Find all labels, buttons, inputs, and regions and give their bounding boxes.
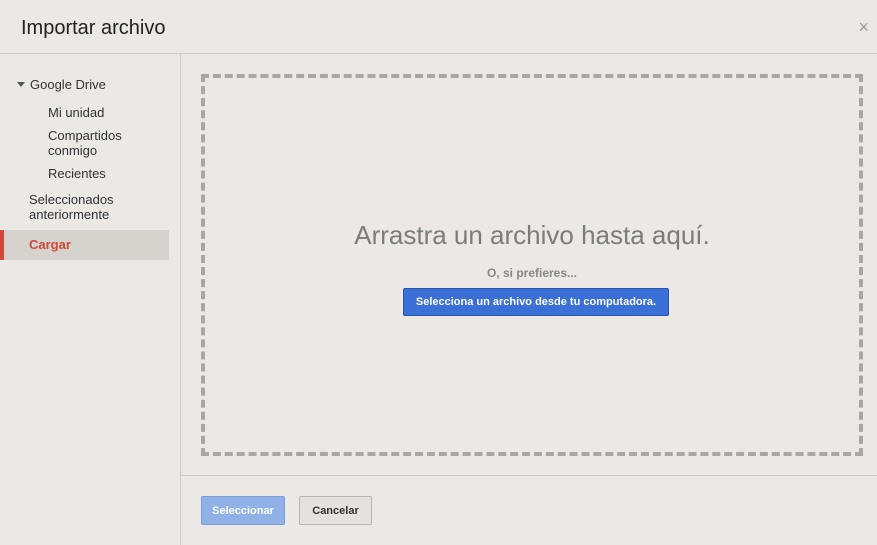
drop-zone[interactable]: Arrastra un archivo hasta aquí. O, si pr… <box>201 74 863 456</box>
caret-down-icon <box>17 82 25 88</box>
sidebar-item-cargar[interactable]: Cargar <box>0 230 169 260</box>
or-text: O, si prefieres... <box>486 266 578 280</box>
select-file-button[interactable]: Selecciona un archivo desde tu computado… <box>403 288 669 316</box>
sidebar-item-label: Google Drive <box>30 77 106 92</box>
sidebar-item-mi-unidad[interactable]: Mi unidad <box>48 105 104 120</box>
dialog-title: Importar archivo <box>21 17 166 39</box>
sidebar: Google Drive Mi unidad Compartidos conmi… <box>0 54 181 545</box>
sidebar-item-recientes[interactable]: Recientes <box>48 166 106 181</box>
sidebar-item-google-drive[interactable]: Google Drive <box>17 77 106 92</box>
drop-zone-text: Arrastra un archivo hasta aquí. <box>354 220 710 250</box>
close-icon[interactable]: × <box>858 18 869 36</box>
select-button[interactable]: Seleccionar <box>201 496 285 525</box>
sidebar-item-label: Cargar <box>29 237 71 252</box>
sidebar-item-seleccionados[interactable]: Seleccionados anteriormente <box>29 192 149 222</box>
cancel-button[interactable]: Cancelar <box>299 496 372 525</box>
footer-divider <box>181 475 877 476</box>
sidebar-item-compartidos[interactable]: Compartidos conmigo <box>48 128 158 158</box>
dialog-header: Importar archivo × <box>0 0 877 54</box>
